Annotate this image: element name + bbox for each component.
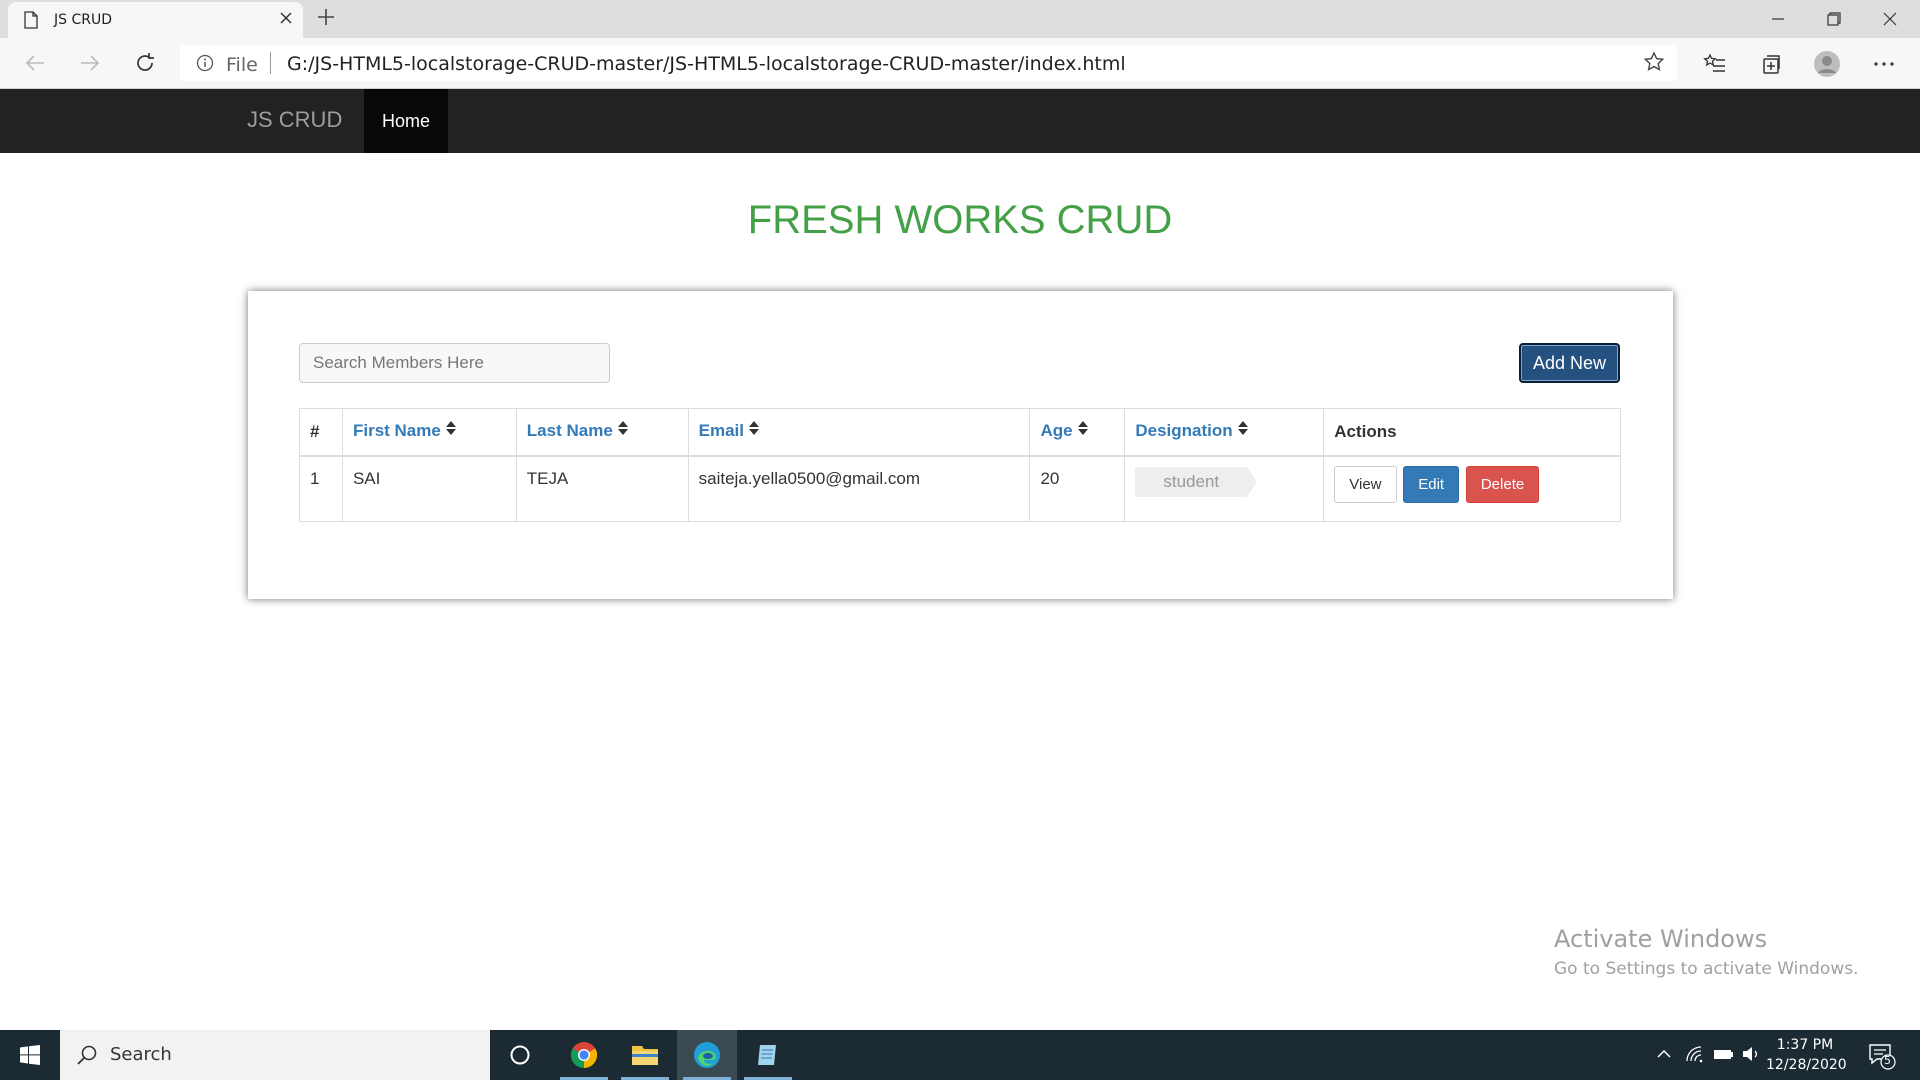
edge-icon[interactable] [677,1030,737,1080]
watermark-title: Activate Windows [1554,925,1768,953]
cell-last-name: TEJA [515,455,689,522]
tab-title: JS CRUD [54,12,112,28]
taskbar-search-box[interactable]: Search [60,1030,490,1080]
header-actions: Actions [1323,408,1621,457]
minimize-icon[interactable] [1750,0,1806,38]
cortana-icon[interactable] [490,1030,550,1080]
back-icon[interactable] [22,50,48,76]
cell-index: 1 [299,455,343,522]
sort-icon [1077,420,1088,440]
header-last-name-label: Last Name [526,421,613,441]
header-first-name[interactable]: First Name [341,408,517,457]
table-row: 1 SAI TEJA saiteja.yella0500@gmail.com 2… [299,455,1621,522]
cell-age: 20 [1029,455,1126,522]
windows-taskbar: Search 1:37 PM 12/28/2020 5 [0,1030,1920,1080]
refresh-icon[interactable] [132,50,158,76]
restore-icon[interactable] [1806,0,1862,38]
network-icon[interactable] [1685,1045,1705,1068]
nav-item-home[interactable]: Home [364,89,448,153]
site-navbar: JS CRUD Home [0,89,1920,153]
add-new-button[interactable]: Add New [1519,343,1620,383]
sort-icon [748,420,759,440]
cell-designation: student [1124,455,1325,522]
windows-start-icon[interactable] [0,1030,60,1080]
edit-button[interactable]: Edit [1403,465,1460,503]
members-table: # First Name Last Name Email Age Designa… [299,408,1621,522]
watermark-subtitle: Go to Settings to activate Windows. [1554,959,1859,979]
navbar-brand[interactable]: JS CRUD [247,107,342,133]
header-email-label: Email [698,421,744,441]
notepad-icon[interactable] [738,1030,798,1080]
header-age[interactable]: Age [1029,408,1126,457]
action-center-icon[interactable]: 5 [1868,1042,1896,1075]
url-text[interactable]: G:/JS-HTML5-localstorage-CRUD-master/JS-… [287,53,1126,75]
cell-first-name: SAI [341,455,517,522]
header-age-label: Age [1040,421,1073,441]
volume-icon[interactable] [1741,1045,1761,1068]
table-header-row: # First Name Last Name Email Age Designa… [299,408,1621,457]
sort-icon [1237,420,1248,440]
file-explorer-icon[interactable] [615,1030,675,1080]
close-window-icon[interactable] [1862,0,1918,38]
tray-chevron-up-icon[interactable] [1655,1045,1673,1068]
header-email[interactable]: Email [687,408,1031,457]
clock-date: 12/28/2020 [1766,1057,1847,1073]
page-icon [24,11,38,34]
designation-tag: student [1135,466,1257,497]
address-field[interactable]: File G:/JS-HTML5-localstorage-CRUD-maste… [180,45,1677,81]
header-designation-label: Designation [1135,421,1233,441]
search-input[interactable] [299,343,610,383]
sort-icon [445,420,456,440]
chrome-icon[interactable] [554,1030,614,1080]
battery-icon[interactable] [1713,1045,1735,1068]
taskbar-search-label: Search [110,1044,172,1065]
header-first-name-label: First Name [352,421,441,441]
view-button[interactable]: View [1334,465,1397,503]
collections-icon[interactable] [1757,50,1785,78]
cell-email: saiteja.yella0500@gmail.com [687,455,1031,522]
header-designation[interactable]: Designation [1124,408,1325,457]
info-icon[interactable] [196,54,214,77]
forward-icon[interactable] [77,50,103,76]
browser-tab[interactable]: JS CRUD [8,2,303,38]
cell-actions: View Edit Delete [1323,455,1621,522]
address-toolbar: File G:/JS-HTML5-localstorage-CRUD-maste… [0,38,1920,89]
favorites-list-icon[interactable] [1701,50,1729,78]
clock-time: 1:37 PM [1776,1037,1834,1053]
profile-avatar-icon[interactable] [1813,50,1841,78]
delete-button[interactable]: Delete [1465,465,1540,503]
header-index: # [299,408,343,457]
url-protocol: File [226,54,258,76]
new-tab-icon[interactable] [316,5,336,31]
activate-windows-watermark: Activate Windows Go to Settings to activ… [1554,925,1859,979]
more-options-icon[interactable] [1870,50,1898,78]
close-tab-icon[interactable] [279,10,293,28]
members-panel: Add New # First Name Last Name Email Age… [248,291,1673,599]
taskbar-clock[interactable]: 1:37 PM 12/28/2020 [1766,1035,1847,1075]
page-title: FRESH WORKS CRUD [747,198,1173,242]
search-icon [76,1044,98,1071]
favorite-star-icon[interactable] [1643,51,1665,78]
browser-tab-strip: JS CRUD [0,0,1920,38]
url-separator [270,52,271,74]
header-last-name[interactable]: Last Name [515,408,689,457]
sort-icon [617,420,628,440]
notification-count: 5 [1884,1054,1891,1067]
